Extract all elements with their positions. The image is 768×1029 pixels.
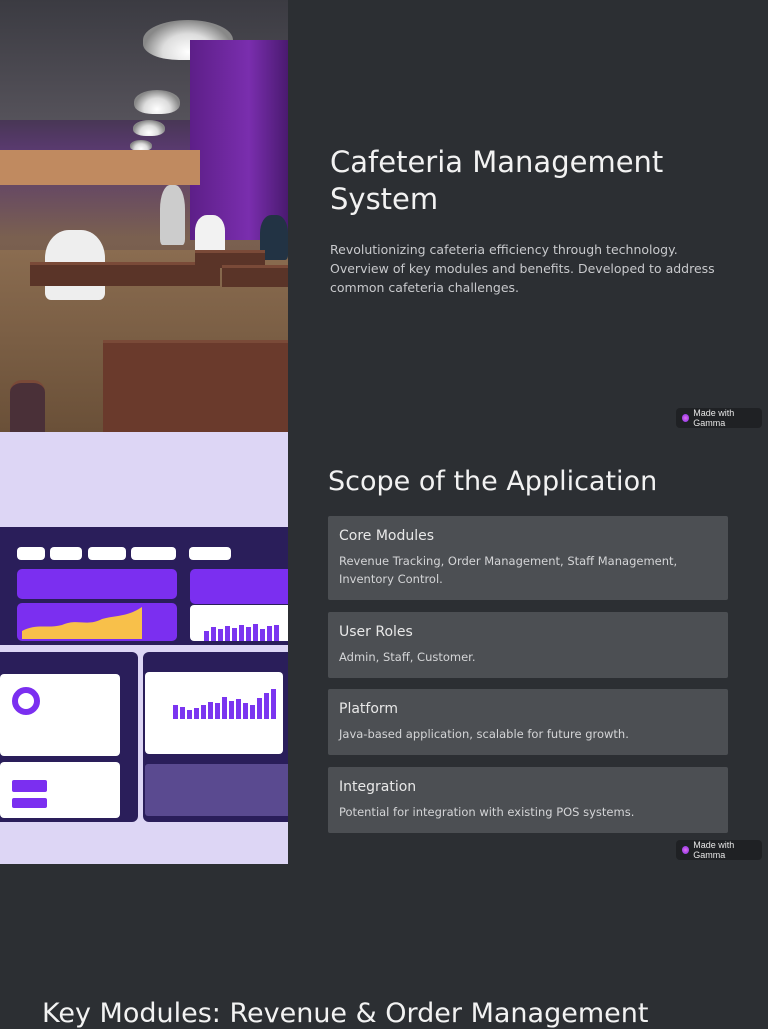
card-title: Integration: [339, 779, 417, 795]
card-text: Revenue Tracking, Order Management, Staf…: [339, 554, 678, 586]
next-section-title: Key Modules: Revenue & Order Management: [42, 998, 649, 1029]
card-text: Potential for integration with existing …: [339, 805, 635, 819]
hero-section: Cafeteria Management System Revolutioniz…: [330, 144, 730, 297]
purple-wall: [190, 40, 288, 240]
table: [103, 340, 288, 432]
dashboard-panel: [0, 652, 138, 822]
page-title: Cafeteria Management System: [330, 145, 664, 216]
person: [160, 185, 185, 245]
scope-card: Integration Potential for integration wi…: [328, 767, 728, 833]
section-title: Scope of the Application: [328, 466, 658, 497]
stat-card: [17, 569, 177, 599]
lamp: [134, 90, 180, 114]
gamma-logo-icon: [682, 414, 690, 422]
hero-description: Revolutionizing cafeteria efficiency thr…: [330, 242, 715, 295]
card-title: Core Modules: [339, 528, 435, 544]
cafeteria-photo: [0, 0, 288, 432]
dashboard-panel: [0, 527, 288, 645]
card-title: Platform: [339, 701, 399, 717]
table: [30, 262, 220, 286]
card-text: Java-based application, scalable for fut…: [339, 727, 629, 741]
scope-card: Platform Java-based application, scalabl…: [328, 689, 728, 755]
chair: [10, 380, 45, 432]
table: [222, 265, 288, 287]
card-text: Admin, Staff, Customer.: [339, 650, 476, 664]
made-with-gamma-badge[interactable]: Made with Gamma: [676, 408, 762, 428]
card-title: User Roles: [339, 624, 413, 640]
made-with-gamma-badge[interactable]: Made with Gamma: [676, 840, 762, 860]
lamp: [133, 120, 165, 136]
person: [195, 215, 225, 255]
scope-card: User Roles Admin, Staff, Customer.: [328, 612, 728, 678]
scope-card: Core Modules Revenue Tracking, Order Man…: [328, 516, 728, 600]
dashboard-panel: [143, 652, 288, 822]
counter: [0, 150, 200, 185]
dashboard-mockup: [0, 432, 288, 864]
area-chart-card: [17, 603, 177, 641]
gamma-logo-icon: [682, 846, 690, 854]
